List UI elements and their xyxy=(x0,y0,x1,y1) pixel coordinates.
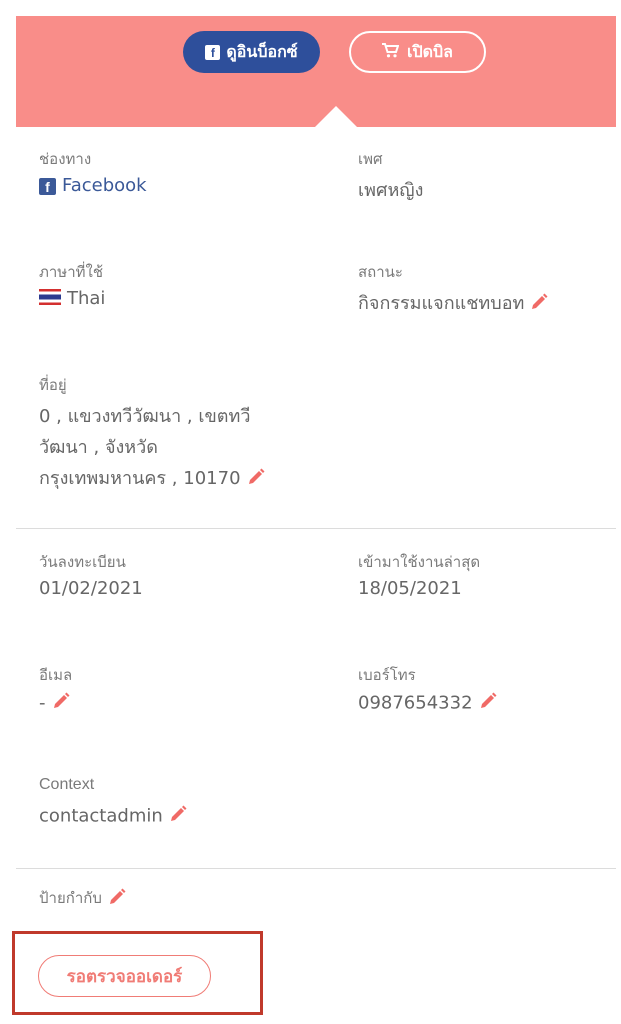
address-label: ที่อยู่ xyxy=(39,376,67,394)
channel-text: Facebook xyxy=(62,175,147,196)
last-active-value: 18/05/2021 xyxy=(358,578,462,599)
view-inbox-button[interactable]: f ดูอินบ็อกซ์ xyxy=(183,31,320,73)
last-active-label: เข้ามาใช้งานล่าสุด xyxy=(358,553,481,571)
context-text: contactadmin xyxy=(39,805,163,827)
email-text: - xyxy=(39,692,46,714)
channel-value: f Facebook xyxy=(39,175,147,196)
registered-value: 01/02/2021 xyxy=(39,578,143,599)
gender-label: เพศ xyxy=(358,150,383,168)
phone-text: 0987654332 xyxy=(358,692,473,714)
edit-address-pencil-icon[interactable] xyxy=(246,467,266,492)
facebook-icon: f xyxy=(205,44,221,60)
language-text: Thai xyxy=(67,288,106,309)
thai-flag-icon xyxy=(39,289,61,305)
edit-status-pencil-icon[interactable] xyxy=(529,292,549,317)
email-value: - xyxy=(39,691,71,716)
open-bill-button[interactable]: เปิดบิล xyxy=(349,31,486,73)
address-line-3: กรุงเทพมหานคร , 10170 xyxy=(39,468,241,489)
language-label: ภาษาที่ใช้ xyxy=(39,263,104,281)
email-label: อีเมล xyxy=(39,666,73,684)
phone-label: เบอร์โทร xyxy=(358,666,416,684)
edit-email-pencil-icon[interactable] xyxy=(51,691,71,716)
address-line-2: วัฒนา , จังหวัด xyxy=(39,437,158,458)
edit-context-pencil-icon[interactable] xyxy=(168,804,188,829)
channel-label: ช่องทาง xyxy=(39,150,92,168)
context-label: Context xyxy=(39,776,95,793)
customer-profile-panel: f ดูอินบ็อกซ์ เปิดบิล ช่องทาง f Facebook … xyxy=(16,16,616,1024)
context-value: contactadmin xyxy=(39,804,188,829)
profile-header: f ดูอินบ็อกซ์ เปิดบิล xyxy=(16,16,616,128)
section-divider xyxy=(16,528,616,529)
cart-icon xyxy=(382,42,400,62)
edit-phone-pencil-icon[interactable] xyxy=(478,691,498,716)
address-line-3-wrap: กรุงเทพมหานคร , 10170 xyxy=(39,463,266,492)
registered-label: วันลงทะเบียน xyxy=(39,553,126,571)
view-inbox-label: ดูอินบ็อกซ์ xyxy=(226,41,298,61)
order-status-badge[interactable]: รอตรวจออเดอร์ xyxy=(38,955,211,997)
language-value: Thai xyxy=(39,288,105,309)
phone-value: 0987654332 xyxy=(358,691,498,716)
open-bill-label: เปิดบิล xyxy=(407,41,453,61)
status-value: กิจกรรมแจกแชทบอท xyxy=(358,288,549,317)
address-line-1: 0 , แขวงทวีวัฒนา , เขตทวี xyxy=(39,406,251,427)
gender-value: เพศหญิง xyxy=(358,180,424,201)
header-notch xyxy=(314,106,358,128)
status-label: สถานะ xyxy=(358,263,403,281)
section-divider xyxy=(16,868,616,869)
facebook-icon: f xyxy=(39,178,56,195)
tags-label-wrap: ป้ายกำกับ xyxy=(39,886,127,911)
edit-tags-pencil-icon[interactable] xyxy=(107,887,127,911)
status-text: กิจกรรมแจกแชทบอท xyxy=(358,293,525,314)
tags-label: ป้ายกำกับ xyxy=(39,889,102,907)
